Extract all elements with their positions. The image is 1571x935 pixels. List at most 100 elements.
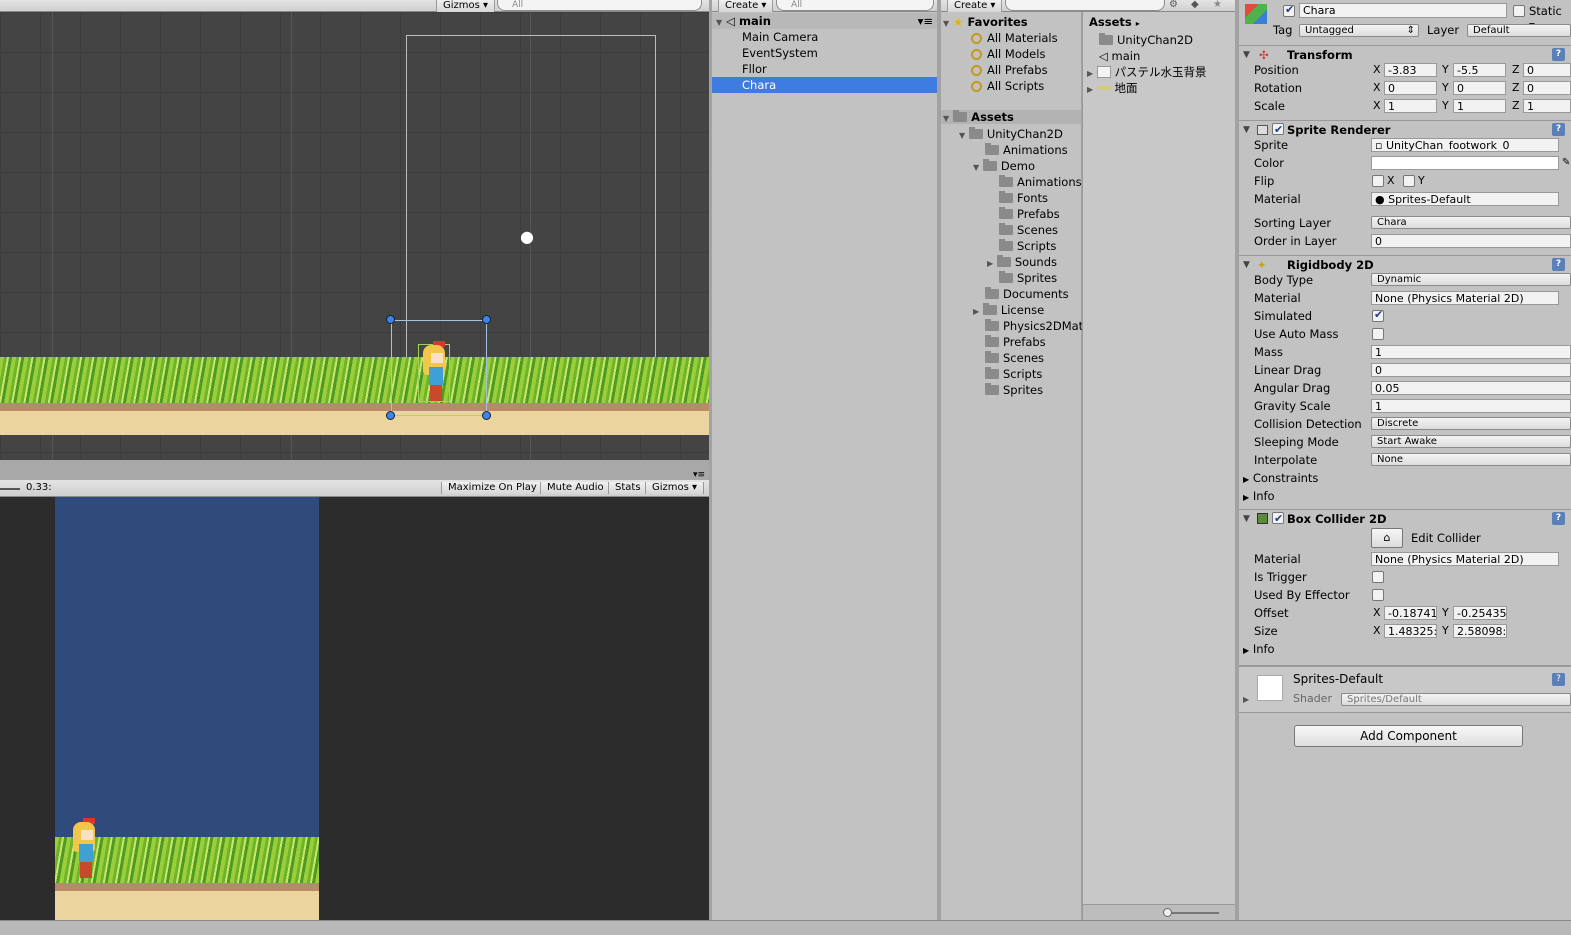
- favorite-item[interactable]: All Scripts: [971, 78, 1044, 94]
- zoom-slider-thumb[interactable]: [1163, 908, 1172, 917]
- active-checkbox[interactable]: [1283, 3, 1295, 17]
- tree-folder[interactable]: Sprites: [999, 270, 1057, 286]
- tree-folder[interactable]: Physics2DMat: [985, 318, 1083, 334]
- zoom-slider[interactable]: [1165, 912, 1219, 914]
- maximize-on-play-button[interactable]: Maximize On Play: [441, 482, 544, 494]
- tree-folder[interactable]: ▶ Sounds: [987, 254, 1057, 270]
- game-gizmos-dropdown[interactable]: Gizmos ▾: [645, 482, 705, 494]
- gravity-scale-field[interactable]: 1: [1371, 399, 1571, 413]
- color-swatch[interactable]: [1371, 156, 1559, 170]
- tree-folder[interactable]: ▼ UnityChan2D: [959, 126, 1063, 142]
- help-icon[interactable]: ?: [1552, 258, 1565, 271]
- bc-info-foldout[interactable]: ▶ Info: [1243, 641, 1275, 657]
- panel-menu-icon[interactable]: ▾≡: [693, 470, 705, 480]
- eyedropper-icon[interactable]: ✎: [1562, 157, 1570, 168]
- scale-y-field[interactable]: 1: [1453, 99, 1506, 113]
- scene-search-input[interactable]: All: [497, 0, 702, 11]
- rb-material-field[interactable]: None (Physics Material 2D): [1371, 291, 1559, 305]
- scene-menu-icon[interactable]: ▾≡: [918, 13, 933, 29]
- sr-material-field[interactable]: ● Sprites-Default: [1371, 192, 1559, 206]
- size-x-field[interactable]: 1.48325:: [1384, 624, 1437, 638]
- shader-dropdown[interactable]: Sprites/Default: [1341, 693, 1571, 706]
- mass-field[interactable]: 1: [1371, 345, 1571, 359]
- sprite-renderer-header[interactable]: ▼ Sprite Renderer ?: [1239, 120, 1571, 139]
- scene-root-row[interactable]: ▼ ◁ main ▾≡: [712, 13, 937, 29]
- asset-item[interactable]: ▶ パステル水玉背景: [1087, 64, 1206, 80]
- panel-splitter[interactable]: ▾≡: [0, 460, 709, 480]
- angular-drag-field[interactable]: 0.05: [1371, 381, 1571, 395]
- material-foldout-icon[interactable]: ▶: [1243, 695, 1249, 704]
- add-component-button[interactable]: Add Component: [1294, 725, 1523, 747]
- bc-material-field[interactable]: None (Physics Material 2D): [1371, 552, 1559, 566]
- order-in-layer-field[interactable]: 0: [1371, 234, 1571, 248]
- tree-folder[interactable]: Sprites: [985, 382, 1043, 398]
- favorite-star-icon[interactable]: ★: [1213, 0, 1222, 10]
- box-collider-enabled-checkbox[interactable]: [1272, 510, 1284, 528]
- sprite-renderer-enabled-checkbox[interactable]: [1272, 121, 1284, 139]
- resize-handle[interactable]: [482, 315, 491, 324]
- chara-sprite[interactable]: [418, 341, 450, 402]
- rotation-z-field[interactable]: 0: [1523, 81, 1571, 95]
- project-search-input[interactable]: [1005, 0, 1165, 11]
- help-icon[interactable]: ?: [1552, 673, 1565, 686]
- asset-item[interactable]: UnityChan2D: [1099, 32, 1193, 48]
- resize-handle[interactable]: [386, 315, 395, 324]
- constraints-foldout[interactable]: ▶ Constraints: [1243, 470, 1318, 486]
- tree-folder[interactable]: Fonts: [999, 190, 1048, 206]
- sleeping-mode-dropdown[interactable]: Start Awake: [1371, 435, 1571, 448]
- help-icon[interactable]: ?: [1552, 123, 1565, 136]
- scale-z-field[interactable]: 1: [1523, 99, 1571, 113]
- simulated-checkbox[interactable]: [1372, 308, 1384, 322]
- stats-button[interactable]: Stats: [608, 482, 648, 494]
- tree-folder[interactable]: Animations: [985, 142, 1068, 158]
- camera-gizmo-icon[interactable]: ●: [520, 227, 534, 246]
- assets-header[interactable]: ▼ Assets: [941, 110, 1081, 124]
- tree-folder[interactable]: ▶ License: [973, 302, 1044, 318]
- hierarchy-item-fllor[interactable]: Fllor: [712, 61, 937, 77]
- rigidbody2d-header[interactable]: ▼ ✦ Rigidbody 2D ?: [1239, 255, 1571, 273]
- position-x-field[interactable]: -3.83: [1384, 63, 1437, 77]
- rb-info-foldout[interactable]: ▶ Info: [1243, 488, 1275, 504]
- tree-folder[interactable]: Scripts: [999, 238, 1056, 254]
- rotation-y-field[interactable]: 0: [1453, 81, 1506, 95]
- hierarchy-item-chara[interactable]: Chara: [712, 77, 937, 93]
- sorting-layer-dropdown[interactable]: Chara: [1371, 216, 1571, 229]
- auto-mass-checkbox[interactable]: [1372, 328, 1384, 340]
- scale-x-field[interactable]: 1: [1384, 99, 1437, 113]
- project-create-button[interactable]: Create ▾: [947, 0, 1003, 12]
- hierarchy-create-button[interactable]: Create ▾: [718, 0, 774, 12]
- asset-item[interactable]: ◁ main: [1099, 48, 1140, 64]
- favorite-item[interactable]: All Models: [971, 46, 1045, 62]
- layer-dropdown[interactable]: Default: [1467, 24, 1571, 37]
- flip-y-checkbox[interactable]: [1403, 175, 1415, 187]
- tree-folder[interactable]: Scenes: [985, 350, 1044, 366]
- rotation-x-field[interactable]: 0: [1384, 81, 1437, 95]
- tree-folder[interactable]: Prefabs: [985, 334, 1046, 350]
- position-y-field[interactable]: -5.5: [1453, 63, 1506, 77]
- hierarchy-item-eventsystem[interactable]: EventSystem: [712, 45, 937, 61]
- linear-drag-field[interactable]: 0: [1371, 363, 1571, 377]
- flip-x-checkbox[interactable]: [1372, 175, 1384, 187]
- tree-folder[interactable]: Scenes: [999, 222, 1058, 238]
- offset-x-field[interactable]: -0.18741: [1384, 606, 1437, 620]
- favorite-item[interactable]: All Materials: [971, 30, 1058, 46]
- collision-detection-dropdown[interactable]: Discrete: [1371, 417, 1571, 430]
- resize-handle[interactable]: [386, 411, 395, 420]
- interpolate-dropdown[interactable]: None: [1371, 453, 1571, 466]
- tree-folder[interactable]: Prefabs: [999, 206, 1060, 222]
- transform-header[interactable]: ▼ ✣ Transform ?: [1239, 45, 1571, 63]
- scene-view[interactable]: ●: [0, 12, 709, 460]
- assets-breadcrumb[interactable]: Assets ▸: [1089, 14, 1140, 30]
- box-collider2d-header[interactable]: ▼ Box Collider 2D ?: [1239, 509, 1571, 528]
- position-z-field[interactable]: 0: [1523, 63, 1571, 77]
- sprite-field[interactable]: ▫ UnityChan_footwork_0: [1371, 138, 1559, 152]
- scale-slider[interactable]: [0, 488, 20, 490]
- resize-handle[interactable]: [482, 411, 491, 420]
- help-icon[interactable]: ?: [1552, 512, 1565, 525]
- size-y-field[interactable]: 2.58098:: [1453, 624, 1507, 638]
- static-checkbox[interactable]: [1513, 5, 1525, 17]
- filter-type-icon[interactable]: ⚙: [1169, 0, 1178, 10]
- favorites-header[interactable]: ▼ ★ Favorites: [943, 14, 1028, 30]
- used-by-effector-checkbox[interactable]: [1372, 589, 1384, 601]
- tag-dropdown[interactable]: Untagged ⇕: [1299, 24, 1419, 37]
